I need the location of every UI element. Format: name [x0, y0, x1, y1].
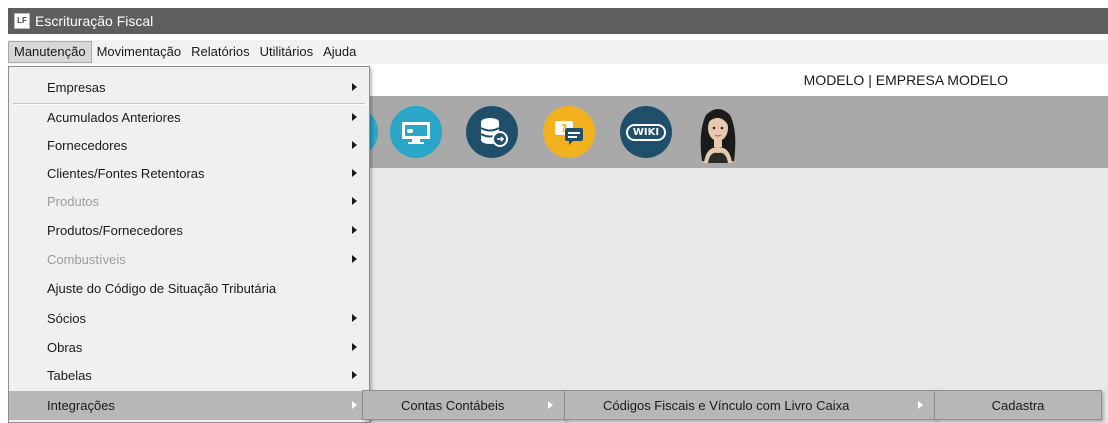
app-icon: LF	[14, 13, 30, 29]
menu-item-label: Obras	[47, 340, 83, 355]
menu-item-label: Tabelas	[47, 368, 92, 383]
menu-item-clientes-fontes-retentoras[interactable]: Clientes/Fontes Retentoras	[9, 159, 369, 188]
company-label: MODELO | EMPRESA MODELO	[803, 72, 1008, 88]
menu-ajuda[interactable]: Ajuda	[318, 41, 361, 63]
menu-item-socios[interactable]: Sócios	[9, 304, 369, 333]
menu-item-label: Ajuste do Código de Situação Tributária	[47, 281, 277, 296]
menu-item-integracoes[interactable]: Integrações	[9, 391, 369, 420]
submenu-arrow-icon	[352, 141, 357, 149]
menu-item-label: Combustíveis	[47, 252, 126, 267]
menu-item-ajuste-cst[interactable]: Ajuste do Código de Situação Tributária	[9, 274, 369, 303]
submenu-arrow-icon	[918, 401, 923, 409]
menu-item-empresas[interactable]: Empresas	[9, 73, 369, 102]
menu-relatorios[interactable]: Relatórios	[186, 41, 255, 63]
menu-item-label: Produtos/Fornecedores	[47, 223, 183, 238]
wiki-label: WIKI	[625, 123, 667, 141]
submenu-arrow-icon	[352, 169, 357, 177]
menu-item-acumulados-anteriores[interactable]: Acumulados Anteriores	[9, 103, 369, 132]
menu-item-label: Acumulados Anteriores	[47, 110, 181, 125]
dropdown-manutencao: Empresas Acumulados Anteriores Fornecedo…	[8, 66, 370, 423]
submenu-arrow-icon	[352, 113, 357, 121]
menu-movimentacao[interactable]: Movimentação	[92, 41, 187, 63]
menu-item-label: Integrações	[47, 398, 115, 413]
submenu-arrow-icon	[352, 371, 357, 379]
submenu-contas-contabeis: Códigos Fiscais e Vínculo com Livro Caix…	[564, 390, 936, 420]
menu-item-produtos: Produtos	[9, 187, 369, 216]
menu-utilitarios[interactable]: Utilitários	[255, 41, 318, 63]
submenu-arrow-icon	[352, 255, 357, 263]
submenu-item-label: Cadastra	[991, 397, 1045, 413]
wiki-icon[interactable]: WIKI	[620, 106, 672, 158]
submenu-item-label: Contas Contábeis	[401, 397, 505, 413]
submenu-arrow-icon	[352, 83, 357, 91]
submenu-arrow-icon	[352, 226, 357, 234]
menu-item-produtos-fornecedores[interactable]: Produtos/Fornecedores	[9, 216, 369, 245]
submenu-arrow-icon	[352, 314, 357, 322]
menu-item-tabelas[interactable]: Tabelas	[9, 361, 369, 390]
database-export-icon[interactable]	[466, 106, 518, 158]
submenu-arrow-icon	[548, 401, 553, 409]
menu-bar: Manutenção Movimentação Relatórios Utili…	[8, 40, 1108, 64]
menu-item-combustiveis: Combustíveis	[9, 245, 369, 274]
submenu-item-label: Códigos Fiscais e Vínculo com Livro Caix…	[603, 397, 850, 413]
submenu-arrow-icon	[352, 401, 357, 409]
menu-manutencao[interactable]: Manutenção	[8, 41, 92, 63]
chat-help-icon[interactable]: ?	[543, 106, 595, 158]
submenu-integracoes: Contas Contábeis	[362, 390, 566, 420]
submenu-item-codigos-fiscais[interactable]: Códigos Fiscais e Vínculo com Livro Caix…	[565, 391, 935, 419]
menu-item-label: Fornecedores	[47, 138, 128, 153]
menu-item-label: Clientes/Fontes Retentoras	[47, 166, 205, 181]
assistant-avatar[interactable]	[688, 102, 748, 163]
submenu-codigos-fiscais: Cadastra	[934, 390, 1102, 420]
menu-item-label: Empresas	[47, 80, 106, 95]
submenu-arrow-icon	[352, 343, 357, 351]
window-title: Escrituração Fiscal	[35, 13, 154, 29]
menu-item-label: Produtos	[47, 194, 100, 209]
menu-item-fornecedores[interactable]: Fornecedores	[9, 131, 369, 160]
menu-item-label: Sócios	[47, 311, 87, 326]
menu-item-obras[interactable]: Obras	[9, 333, 369, 362]
submenu-arrow-icon	[352, 197, 357, 205]
submenu-item-contas-contabeis[interactable]: Contas Contábeis	[363, 391, 565, 419]
title-bar: LF Escrituração Fiscal	[8, 8, 1108, 34]
submenu-item-cadastra[interactable]: Cadastra	[935, 391, 1101, 419]
remote-monitor-icon[interactable]	[390, 106, 442, 158]
